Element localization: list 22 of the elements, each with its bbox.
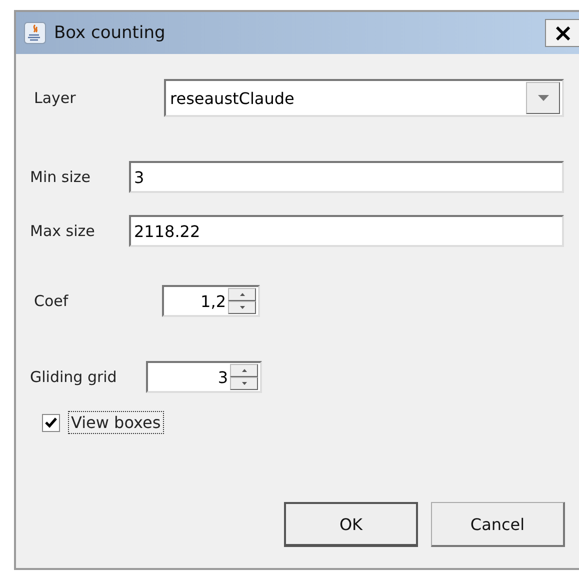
up-arrow-icon[interactable] bbox=[240, 293, 244, 296]
max-size-field[interactable]: 2118.22 bbox=[129, 215, 564, 247]
view-boxes-checkbox[interactable] bbox=[42, 414, 60, 432]
gliding-grid-spinner[interactable]: 3 bbox=[146, 361, 262, 393]
checkbox-label[interactable]: View boxes bbox=[68, 411, 164, 434]
down-arrow-icon[interactable] bbox=[240, 306, 244, 309]
caret-icon bbox=[538, 95, 548, 101]
layer-dropdown[interactable]: reseaustClaude bbox=[164, 79, 564, 117]
cancel-button[interactable]: Cancel bbox=[431, 502, 565, 547]
down-arrow-icon[interactable] bbox=[242, 382, 246, 385]
coef-spinner[interactable]: 1,2 bbox=[162, 285, 260, 317]
field-label: Min size bbox=[30, 168, 90, 186]
app-icon bbox=[24, 22, 46, 44]
close-button[interactable]: × bbox=[545, 19, 579, 47]
field-label: Gliding grid bbox=[30, 368, 118, 386]
ok-button[interactable]: OK bbox=[284, 502, 418, 547]
field-label: Max size bbox=[30, 222, 95, 240]
up-arrow-icon[interactable] bbox=[242, 369, 246, 372]
min-size-field[interactable]: 3 bbox=[129, 161, 564, 193]
field-label: Coef bbox=[33, 292, 70, 310]
window-title: Box counting bbox=[54, 23, 166, 43]
field-label: Layer bbox=[33, 89, 77, 107]
